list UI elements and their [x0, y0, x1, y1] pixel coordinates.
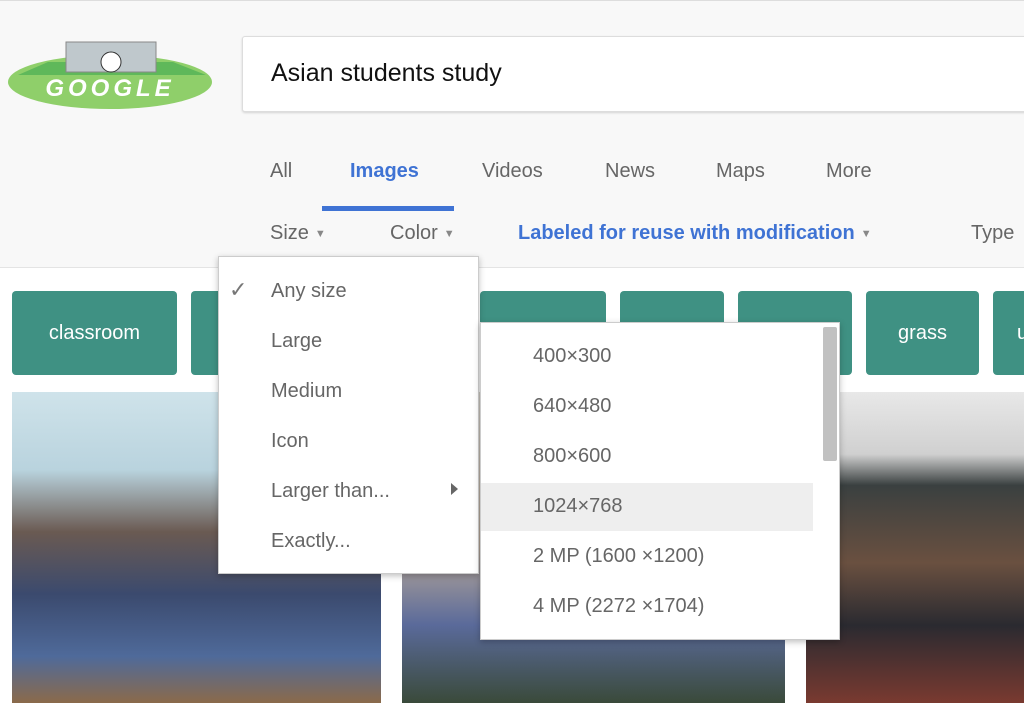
- submenu-item[interactable]: 2 MP (1600 ×1200): [481, 533, 813, 581]
- filter-usage-rights[interactable]: Labeled for reuse with modification ▼: [518, 222, 872, 245]
- menu-item-icon[interactable]: Icon: [271, 430, 309, 453]
- caret-down-icon: ▼: [443, 227, 455, 240]
- submenu-item[interactable]: 640×480: [481, 383, 813, 431]
- filter-type[interactable]: Type: [971, 222, 1014, 245]
- submenu-item[interactable]: 400×300: [481, 333, 813, 381]
- size-dropdown-menu: ✓ Any size Large Medium Icon Larger than…: [218, 256, 479, 574]
- submenu-arrow-icon: [451, 483, 458, 495]
- tab-more[interactable]: More: [826, 160, 872, 183]
- tab-videos[interactable]: Videos: [482, 160, 543, 183]
- search-input[interactable]: Asian students study: [242, 36, 1024, 112]
- submenu-item[interactable]: 800×600: [481, 433, 813, 481]
- caret-down-icon: ▼: [314, 227, 326, 240]
- tab-all[interactable]: All: [270, 160, 292, 183]
- filter-size[interactable]: Size ▼: [270, 222, 326, 245]
- svg-text:GOOGLE: GOOGLE: [45, 75, 174, 102]
- chip-grass[interactable]: grass: [866, 291, 979, 375]
- active-tab-indicator: [322, 206, 454, 211]
- tab-maps[interactable]: Maps: [716, 160, 765, 183]
- filter-label: Size: [270, 222, 309, 244]
- google-doodle-logo[interactable]: GOOGLE: [8, 40, 213, 110]
- filter-label: Color: [390, 222, 438, 244]
- menu-item-exactly[interactable]: Exactly...: [271, 530, 351, 553]
- scrollbar-thumb[interactable]: [823, 327, 837, 461]
- submenu-item-highlighted[interactable]: 1024×768: [481, 483, 813, 531]
- larger-than-submenu: 400×300 640×480 800×600 1024×768 2 MP (1…: [480, 322, 840, 640]
- menu-item-medium[interactable]: Medium: [271, 380, 342, 403]
- tab-news[interactable]: News: [605, 160, 655, 183]
- caret-down-icon: ▼: [860, 227, 872, 240]
- filter-color[interactable]: Color ▼: [390, 222, 455, 245]
- chip-classroom[interactable]: classroom: [12, 291, 177, 375]
- menu-item-large[interactable]: Large: [271, 330, 322, 353]
- menu-item-any-size[interactable]: Any size: [271, 280, 347, 303]
- tab-images[interactable]: Images: [350, 160, 419, 183]
- submenu-item[interactable]: 4 MP (2272 ×1704): [481, 583, 813, 631]
- menu-item-larger-than[interactable]: Larger than...: [271, 480, 390, 503]
- chip-partial[interactable]: u: [993, 291, 1024, 375]
- checkmark-icon: ✓: [229, 277, 248, 302]
- filter-label: Labeled for reuse with modification: [518, 222, 855, 244]
